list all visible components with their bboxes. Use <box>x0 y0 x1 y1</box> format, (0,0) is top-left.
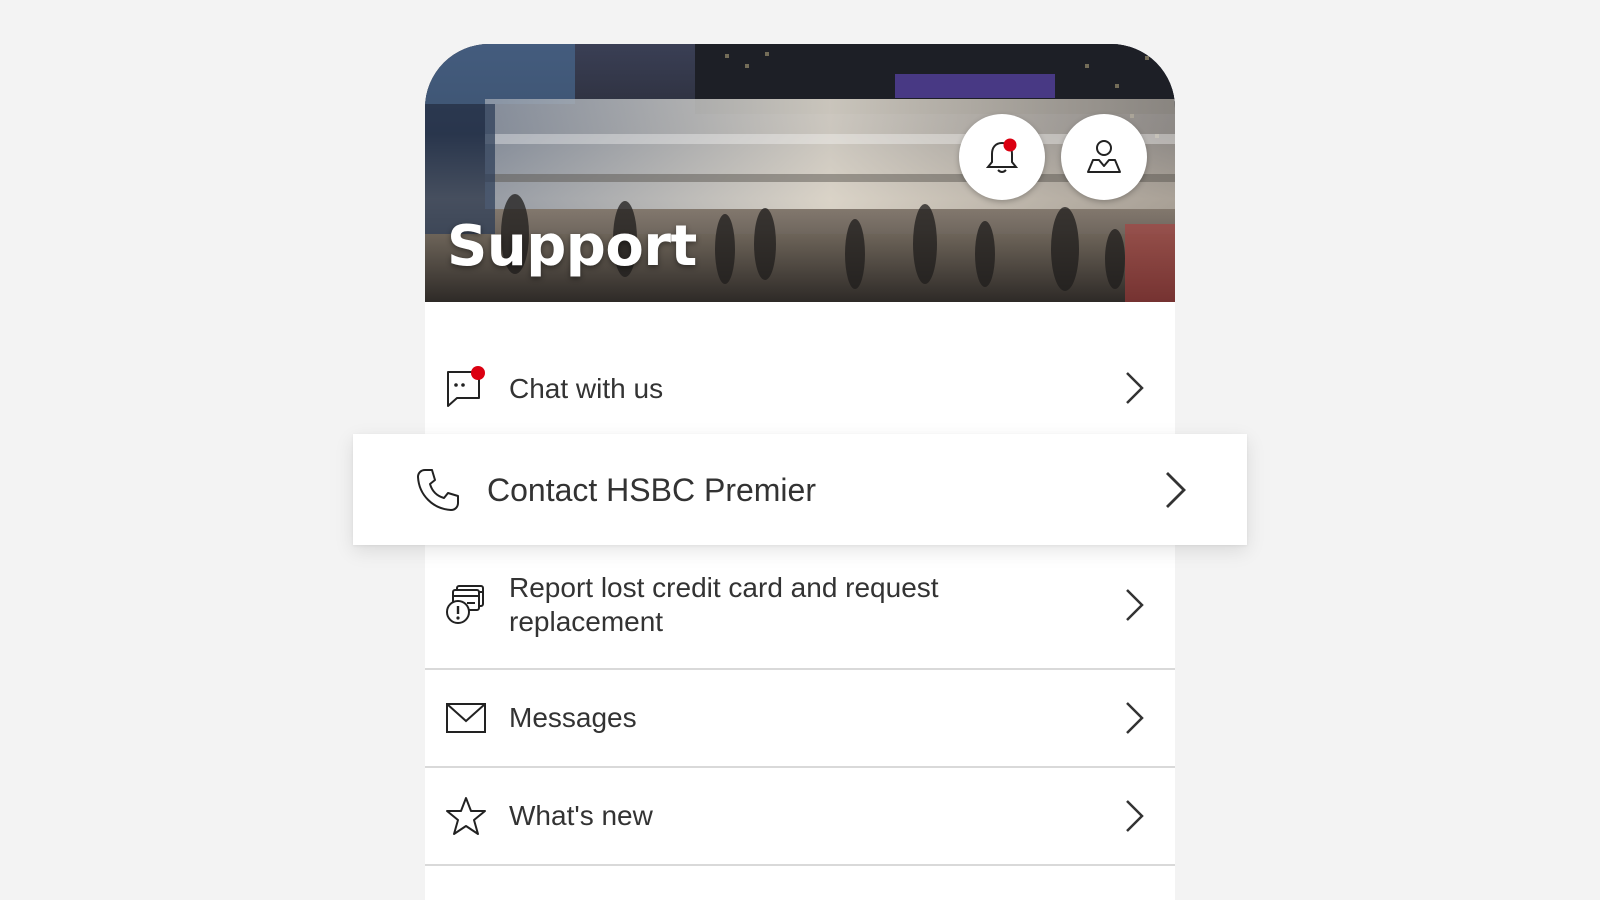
lost-card-icon <box>445 584 487 626</box>
chevron-right-icon <box>1126 702 1144 734</box>
menu-item-report-lost-card[interactable]: Report lost credit card and request repl… <box>425 542 1175 670</box>
chat-badge <box>471 366 485 380</box>
menu-item-label: Chat with us <box>509 373 664 404</box>
hero-banner: Support <box>425 44 1175 302</box>
notifications-button[interactable] <box>959 114 1045 200</box>
menu-item-label: Report lost credit card and request repl… <box>509 572 939 637</box>
chevron-right-icon <box>1126 589 1144 621</box>
notification-badge <box>1003 138 1017 152</box>
bell-icon <box>985 138 1019 173</box>
chevron-right-icon <box>1166 472 1186 508</box>
menu-item-label: Messages <box>509 702 637 733</box>
chat-icon <box>445 366 487 408</box>
page-title: Support <box>447 214 697 279</box>
menu-item-messages[interactable]: Messages <box>425 670 1175 768</box>
chevron-right-icon <box>1126 372 1144 404</box>
profile-icon <box>1087 140 1121 173</box>
menu-item-whats-new[interactable]: What's new <box>425 768 1175 866</box>
phone-icon <box>417 469 459 511</box>
menu-item-contact-premier[interactable]: Contact HSBC Premier <box>353 434 1247 545</box>
app-stage: Support Chat with us Report lost credit … <box>0 0 1600 900</box>
profile-button[interactable] <box>1061 114 1147 200</box>
envelope-icon <box>445 697 487 739</box>
menu-item-label: Contact HSBC Premier <box>487 472 816 508</box>
menu-item-label: What's new <box>509 800 653 831</box>
star-icon <box>445 795 487 837</box>
menu-item-chat[interactable]: Chat with us <box>425 334 1175 442</box>
chevron-right-icon <box>1126 800 1144 832</box>
